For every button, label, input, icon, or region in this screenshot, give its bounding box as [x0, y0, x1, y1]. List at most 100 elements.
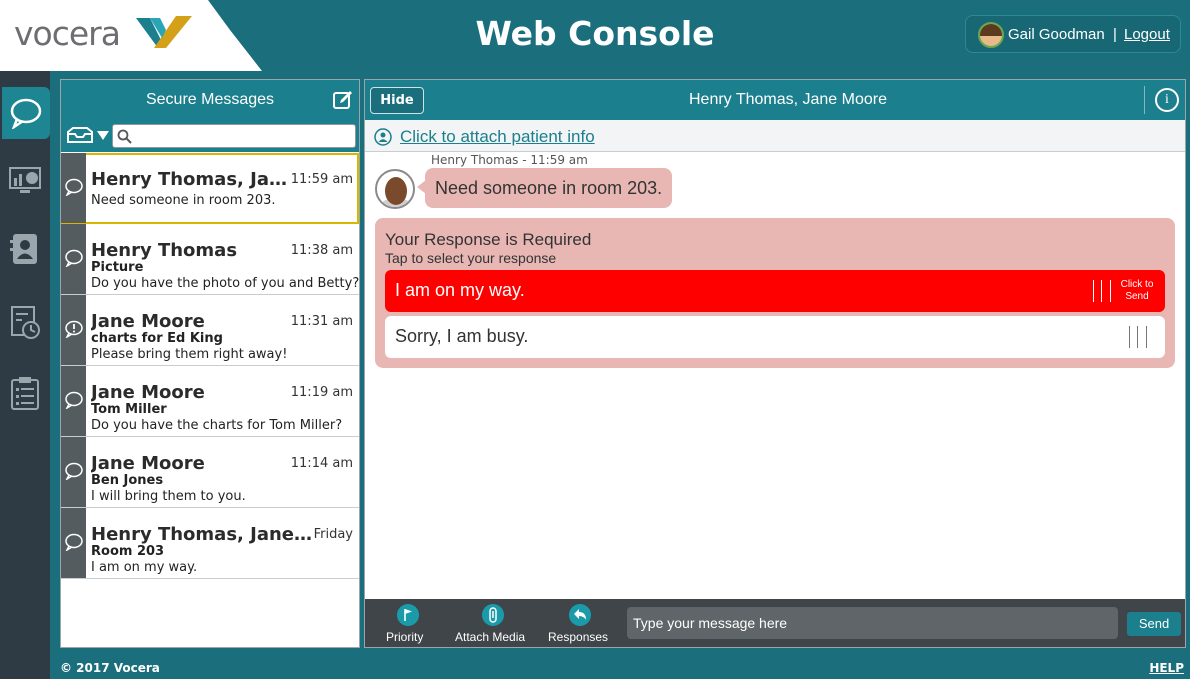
clipboard-icon — [11, 377, 39, 410]
responses-button[interactable]: Responses — [545, 599, 615, 647]
message-type-strip — [61, 224, 86, 294]
message-sender: Henry Thomas, Jane Moore — [91, 524, 313, 545]
compose-icon[interactable] — [333, 90, 353, 110]
response-option-on-my-way[interactable]: I am on my way. Click to Send — [385, 270, 1165, 312]
message-preview: Do you have the photo of you and Betty? — [91, 276, 360, 291]
conversation-title: Henry Thomas, Jane Moore — [688, 91, 887, 108]
drag-handle-icon — [1093, 280, 1111, 302]
search-field[interactable] — [112, 124, 356, 148]
header-divider — [1144, 86, 1145, 114]
info-icon[interactable]: i — [1155, 88, 1179, 112]
app-footer: © 2017 Vocera HELP — [50, 658, 1190, 679]
reply-arrow-icon — [569, 604, 591, 626]
copyright-text: © 2017 Vocera — [60, 661, 160, 675]
contact-card-icon — [10, 234, 37, 264]
message-preview: Do you have the charts for Tom Miller? — [91, 418, 343, 433]
response-option-label: I am on my way. — [395, 280, 525, 300]
hide-button[interactable]: Hide — [370, 87, 424, 114]
patient-icon — [374, 128, 392, 146]
message-time: 11:59 am — [290, 172, 353, 187]
response-required-box: Your Response is Required Tap to select … — [375, 218, 1175, 368]
response-option-busy[interactable]: Sorry, I am busy. — [385, 316, 1165, 358]
message-list-panel: Secure Messages Henry Thomas, Jane Moore… — [60, 79, 360, 648]
nav-item-messages[interactable] — [2, 87, 50, 139]
user-separator: | — [1113, 26, 1117, 43]
chat-bubble-icon — [65, 533, 83, 551]
message-sender: Jane Moore — [91, 453, 205, 474]
list-title: Secure Messages — [145, 91, 275, 108]
message-bubble: Need someone in room 203. — [425, 168, 673, 208]
nav-item-tasks[interactable] — [2, 367, 48, 419]
logo-area: vocera — [0, 0, 262, 71]
chat-bubble-icon — [10, 98, 42, 129]
message-preview: I will bring them to you. — [91, 489, 246, 504]
message-time: 11:38 am — [290, 243, 353, 258]
app-title: Web Console — [475, 14, 715, 53]
nav-item-history[interactable] — [2, 297, 48, 349]
list-item[interactable]: Jane Moore 11:14 am Ben Jones I will bri… — [61, 437, 359, 508]
response-title: Your Response is Required — [385, 230, 592, 249]
list-item[interactable]: Jane Moore 11:31 am charts for Ed King P… — [61, 295, 359, 366]
search-row — [61, 120, 359, 152]
left-nav — [0, 71, 50, 679]
user-name: Gail Goodman — [1008, 26, 1105, 43]
attach-media-button[interactable]: Attach Media — [453, 599, 535, 647]
chat-bubble-icon — [65, 178, 83, 196]
search-icon — [117, 129, 132, 144]
priority-button[interactable]: Priority — [379, 599, 437, 647]
nav-item-contacts[interactable] — [2, 223, 48, 275]
message-composer: Priority Attach Media Responses Send — [365, 599, 1185, 647]
vocera-logo-icon — [136, 16, 192, 48]
app-header: vocera Web Console Gail Goodman | Logout — [0, 0, 1190, 71]
conversation-header: Henry Thomas, Jane Moore Hide i — [365, 80, 1185, 120]
message-subject: Picture — [91, 260, 144, 275]
attach-patient-row: Click to attach patient info — [365, 120, 1185, 152]
message-sender: Jane Moore — [91, 382, 205, 403]
message-preview: Please bring them right away! — [91, 347, 288, 362]
message-meta: Henry Thomas - 11:59 am — [431, 153, 588, 167]
message-type-strip — [61, 437, 86, 507]
send-button[interactable]: Send — [1127, 612, 1181, 636]
message-sender: Jane Moore — [91, 311, 205, 332]
attach-patient-link[interactable]: Click to attach patient info — [400, 127, 595, 147]
message-preview: Need someone in room 203. — [91, 193, 276, 208]
message-time: Friday — [313, 527, 353, 542]
list-header: Secure Messages — [61, 80, 359, 120]
message-type-strip — [61, 366, 86, 436]
response-option-label: Sorry, I am busy. — [395, 326, 529, 346]
message-time: 11:19 am — [290, 385, 353, 400]
chat-bubble-icon — [65, 391, 83, 409]
vocera-logo-text: vocera — [14, 14, 121, 53]
message-time: 11:14 am — [290, 456, 353, 471]
message-type-strip — [61, 295, 86, 365]
nav-item-dashboard[interactable] — [2, 155, 48, 207]
message-sender: Henry Thomas — [91, 240, 238, 261]
inbox-filter-icon[interactable] — [65, 126, 109, 146]
response-subtitle: Tap to select your response — [385, 250, 557, 266]
sender-avatar — [375, 169, 415, 209]
dashboard-chart-icon — [9, 167, 41, 193]
chat-bubble-icon — [65, 462, 83, 480]
conversation-panel: Henry Thomas, Jane Moore Hide i Click to… — [364, 79, 1186, 648]
search-input[interactable] — [135, 126, 345, 146]
user-box: Gail Goodman | Logout — [965, 15, 1181, 53]
user-avatar — [978, 22, 1004, 48]
help-link[interactable]: HELP — [1149, 661, 1184, 675]
list-item[interactable]: Jane Moore 11:19 am Tom Miller Do you ha… — [61, 366, 359, 437]
logout-link[interactable]: Logout — [1124, 26, 1170, 43]
flag-icon — [397, 604, 419, 626]
message-input[interactable] — [627, 607, 1118, 639]
message-sender: Henry Thomas, Jane Moore — [91, 169, 291, 190]
message-subject: Tom Miller — [91, 402, 167, 417]
list-item[interactable]: Henry Thomas, Jane Moore Friday Room 203… — [61, 508, 359, 579]
message-type-strip — [61, 153, 86, 223]
paperclip-icon — [482, 604, 504, 626]
message-subject: charts for Ed King — [91, 331, 223, 346]
chat-bubble-icon — [65, 249, 83, 267]
list-item[interactable]: Henry Thomas, Jane Moore 11:59 am Need s… — [61, 153, 359, 224]
drag-handle-icon — [1129, 326, 1147, 348]
list-item[interactable]: Henry Thomas 11:38 am Picture Do you hav… — [61, 224, 359, 295]
history-clock-icon — [11, 306, 40, 339]
priority-label: Priority — [386, 630, 424, 644]
attach-media-label: Attach Media — [455, 630, 526, 644]
